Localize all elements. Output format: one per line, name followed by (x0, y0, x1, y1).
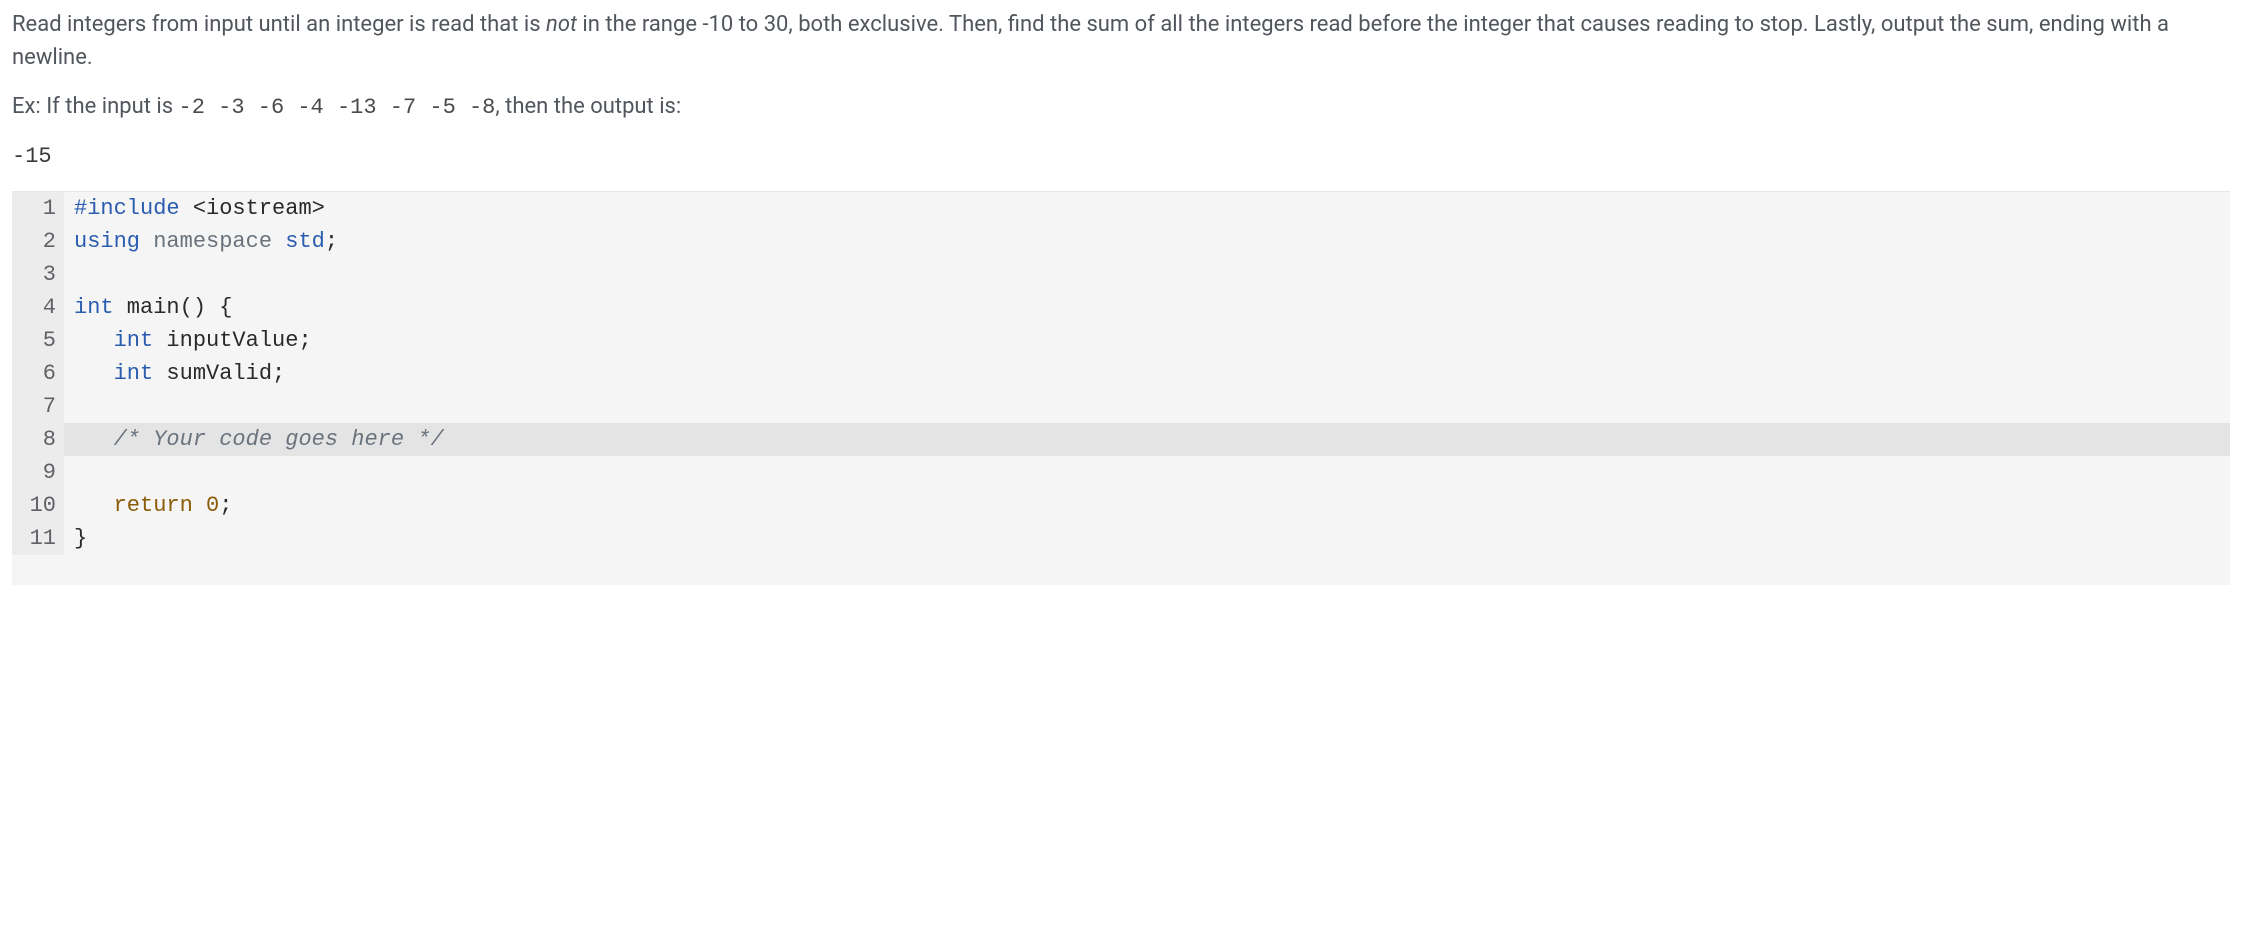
code-line[interactable]: return 0; (64, 489, 2230, 522)
code-line[interactable]: using namespace std; (64, 225, 2230, 258)
token-semicolon: ; (298, 328, 311, 353)
code-line[interactable]: #include <iostream> (64, 192, 2230, 225)
token-identifier: inputValue (153, 328, 298, 353)
code-line[interactable] (64, 456, 2230, 489)
token-semicolon: ; (325, 229, 338, 254)
code-line-active[interactable]: /* Your code goes here */ (64, 423, 2230, 456)
token-header-name: iostream (206, 196, 312, 221)
example-prefix: Ex: If the input is (12, 94, 179, 119)
token-function-name: main (114, 295, 180, 320)
token-parens: () (180, 295, 206, 320)
line-number: 3 (16, 258, 56, 291)
code-line[interactable] (64, 258, 2230, 291)
line-number: 11 (16, 522, 56, 555)
line-number: 10 (16, 489, 56, 522)
token-identifier: sumValid (153, 361, 272, 386)
token-namespace-kw: namespace (140, 229, 272, 254)
example-output: -15 (12, 140, 2230, 173)
line-number: 2 (16, 225, 56, 258)
token-type: int (74, 295, 114, 320)
token-angle-close: > (312, 196, 325, 221)
line-number: 6 (16, 357, 56, 390)
line-number-gutter: 1 2 3 4 5 6 7 8 9 10 11 (12, 192, 64, 555)
token-keyword: using (74, 229, 140, 254)
code-content[interactable]: #include <iostream> using namespace std;… (64, 192, 2230, 555)
token-angle-open: < (180, 196, 206, 221)
token-semicolon: ; (219, 493, 232, 518)
code-line[interactable]: int sumValid; (64, 357, 2230, 390)
token-comment: /* Your code goes here */ (114, 427, 444, 452)
code-line[interactable]: int main() { (64, 291, 2230, 324)
code-line[interactable]: int inputValue; (64, 324, 2230, 357)
token-indent (74, 493, 114, 518)
token-semicolon: ; (272, 361, 285, 386)
line-number: 9 (16, 456, 56, 489)
code-editor[interactable]: 1 2 3 4 5 6 7 8 9 10 11 #include <iostre… (12, 191, 2230, 585)
code-line[interactable]: } (64, 522, 2230, 555)
token-type: int (114, 361, 154, 386)
code-line[interactable] (64, 390, 2230, 423)
token-std: std (272, 229, 325, 254)
token-keyword-return: return (114, 493, 193, 518)
line-number: 5 (16, 324, 56, 357)
token-preprocessor: #include (74, 196, 180, 221)
example-input-values: -2 -3 -6 -4 -13 -7 -5 -8 (179, 95, 496, 120)
line-number: 8 (16, 423, 56, 456)
token-open-brace: { (206, 295, 232, 320)
line-number: 7 (16, 390, 56, 423)
token-number: 0 (193, 493, 219, 518)
example-line: Ex: If the input is -2 -3 -6 -4 -13 -7 -… (12, 90, 2230, 124)
line-number: 1 (16, 192, 56, 225)
token-type: int (114, 328, 154, 353)
token-indent (74, 328, 114, 353)
token-close-brace: } (74, 526, 87, 551)
line-number: 4 (16, 291, 56, 324)
problem-statement: Read integers from input until an intege… (12, 8, 2230, 74)
problem-text-before: Read integers from input until an intege… (12, 12, 546, 37)
token-indent (74, 427, 114, 452)
example-suffix: , then the output is: (495, 94, 681, 119)
problem-emphasis: not (546, 12, 577, 37)
token-indent (74, 361, 114, 386)
